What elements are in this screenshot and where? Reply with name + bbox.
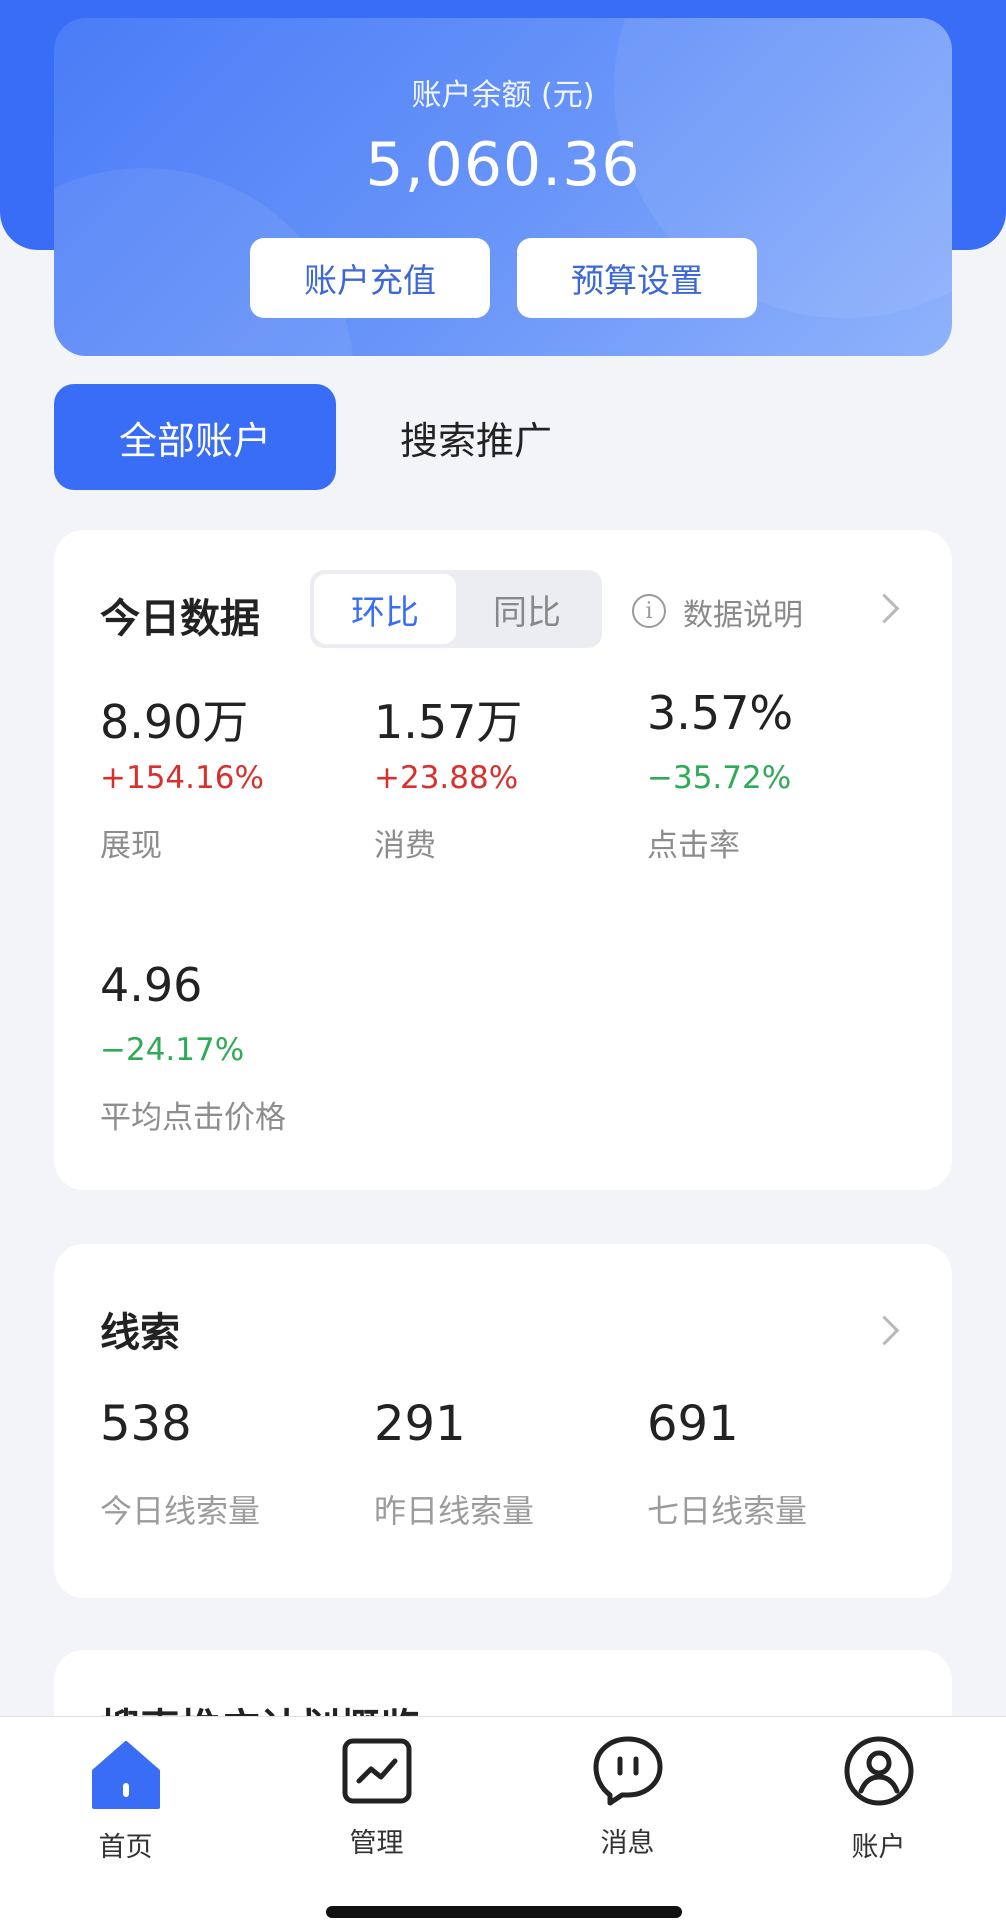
bottom-tab-bar: 首页 管理 消息 账户 xyxy=(0,1716,1006,1932)
budget-settings-button[interactable]: 预算设置 xyxy=(517,238,757,318)
leads-today-value: 538 xyxy=(100,1396,192,1452)
chart-icon xyxy=(342,1738,412,1804)
tab-label: 首页 xyxy=(98,1832,153,1863)
user-icon xyxy=(844,1736,914,1806)
leads-yesterday-label: 昨日线索量 xyxy=(374,1492,535,1530)
chevron-right-icon[interactable] xyxy=(869,1315,900,1346)
metric-ctr-change: −35.72% xyxy=(647,760,792,796)
metric-ctr-label: 点击率 xyxy=(647,828,740,864)
tab-manage[interactable]: 管理 xyxy=(251,1717,502,1877)
chevron-right-icon[interactable] xyxy=(869,593,900,624)
tab-label: 管理 xyxy=(349,1828,404,1859)
home-icon xyxy=(92,1741,160,1809)
metric-spend-change: +23.88% xyxy=(374,760,519,796)
toggle-mom[interactable]: 环比 xyxy=(314,574,456,644)
message-icon xyxy=(593,1736,663,1806)
tab-search-promotion[interactable]: 搜索推广 xyxy=(400,384,600,490)
metric-cpc-value: 4.96 xyxy=(100,958,203,1012)
tab-label: 账户 xyxy=(851,1832,906,1863)
tab-messages[interactable]: 消息 xyxy=(502,1717,753,1877)
balance-card: 账户余额 (元) 5,060.36 账户充值 预算设置 xyxy=(54,18,952,356)
leads-week-value: 691 xyxy=(647,1396,739,1452)
compare-toggle: 环比 同比 xyxy=(310,570,602,648)
leads-card[interactable]: 线索 538 今日线索量 291 昨日线索量 691 七日线索量 xyxy=(54,1244,952,1598)
metric-spend-label: 消费 xyxy=(374,828,436,864)
leads-week-label: 七日线索量 xyxy=(647,1492,808,1530)
info-icon[interactable]: i xyxy=(632,594,666,628)
home-indicator xyxy=(326,1906,682,1918)
tab-all-accounts[interactable]: 全部账户 xyxy=(54,384,336,490)
data-explanation-link[interactable]: 数据说明 xyxy=(683,590,803,634)
metric-cpc-label: 平均点击价格 xyxy=(100,1100,286,1136)
recharge-button[interactable]: 账户充值 xyxy=(250,238,490,318)
toggle-yoy[interactable]: 同比 xyxy=(456,574,598,644)
metric-spend-value: 1.57万 xyxy=(374,695,523,749)
metric-cpc-change: −24.17% xyxy=(100,1032,245,1068)
card-title: 今日数据 xyxy=(100,596,260,642)
metric-impressions-value: 8.90万 xyxy=(100,695,249,749)
tab-label: 消息 xyxy=(600,1828,655,1859)
leads-today-label: 今日线索量 xyxy=(100,1492,261,1530)
metric-ctr-value: 3.57% xyxy=(647,686,794,740)
tab-home[interactable]: 首页 xyxy=(0,1717,251,1877)
tab-account[interactable]: 账户 xyxy=(753,1717,1004,1877)
metric-impressions-label: 展现 xyxy=(100,828,162,864)
balance-amount: 5,060.36 xyxy=(365,130,641,200)
balance-title: 账户余额 (元) xyxy=(411,78,595,113)
card-title: 线索 xyxy=(100,1310,180,1356)
leads-yesterday-value: 291 xyxy=(374,1396,466,1452)
metric-impressions-change: +154.16% xyxy=(100,760,264,796)
today-data-card: 今日数据 环比 同比 i 数据说明 8.90万 +154.16% 展现 1.57… xyxy=(54,530,952,1190)
